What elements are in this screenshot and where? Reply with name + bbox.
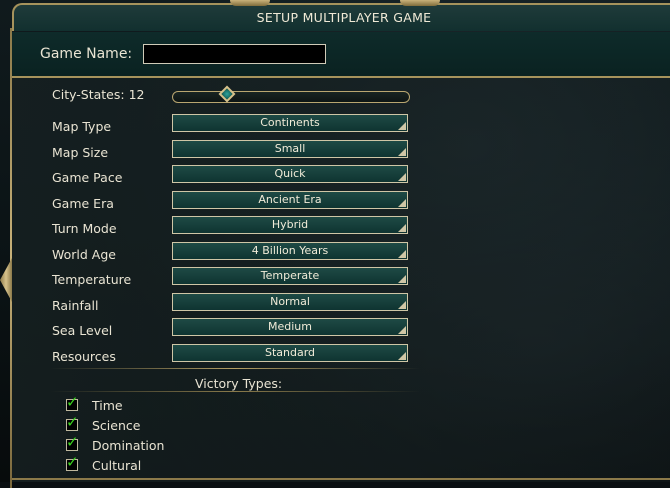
rainfall-label: Rainfall	[52, 298, 99, 313]
game-name-row: Game Name:	[12, 32, 670, 78]
checkmark-icon: ✓	[66, 393, 79, 411]
dropdown-corner-icon	[398, 326, 406, 334]
frame-ornament-left	[230, 0, 270, 6]
map-size-value: Small	[274, 142, 306, 155]
dropdown-corner-icon	[398, 199, 406, 207]
dropdown-corner-icon	[398, 122, 406, 130]
victory-domination-label: Domination	[92, 438, 165, 453]
checkmark-icon: ✓	[66, 413, 79, 431]
checkmark-icon: ✓	[66, 433, 79, 451]
victory-cultural-checkbox[interactable]: ✓	[66, 454, 79, 471]
resources-label: Resources	[52, 349, 116, 364]
game-pace-label: Game Pace	[52, 170, 123, 185]
map-size-label: Map Size	[52, 145, 109, 160]
resources-dropdown[interactable]: Standard	[172, 344, 408, 362]
city-states-label: City-States: 12	[52, 87, 145, 102]
temperature-label: Temperature	[52, 272, 132, 287]
dropdown-corner-icon	[398, 224, 406, 232]
title-bar: SETUP MULTIPLAYER GAME	[12, 3, 670, 31]
dropdown-corner-icon	[398, 173, 406, 181]
turn-mode-dropdown[interactable]: Hybrid	[172, 216, 408, 234]
victory-domination-checkbox[interactable]: ✓	[66, 434, 79, 451]
resources-value: Standard	[264, 346, 316, 359]
game-era-label: Game Era	[52, 196, 114, 211]
checkmark-icon: ✓	[66, 453, 79, 471]
game-name-input[interactable]	[143, 44, 326, 64]
sea-level-label: Sea Level	[52, 323, 113, 338]
victory-types-heading: Victory Types:	[195, 376, 283, 391]
world-age-dropdown[interactable]: 4 Billion Years	[172, 242, 408, 260]
rainfall-dropdown[interactable]: Normal	[172, 293, 408, 311]
dropdown-corner-icon	[398, 352, 406, 360]
window-title: SETUP MULTIPLAYER GAME	[256, 10, 432, 25]
game-name-label: Game Name:	[40, 46, 133, 62]
victory-time-checkbox[interactable]: ✓	[66, 394, 79, 411]
temperature-value: Temperate	[260, 269, 320, 282]
dropdown-corner-icon	[398, 301, 406, 309]
frame-ornament-right	[400, 0, 440, 6]
game-era-dropdown[interactable]: Ancient Era	[172, 191, 408, 209]
world-age-label: World Age	[52, 247, 116, 262]
dropdown-corner-icon	[398, 250, 406, 258]
section-divider	[50, 391, 420, 392]
frame-border-bottom	[12, 478, 670, 480]
dropdown-corner-icon	[398, 148, 406, 156]
map-size-dropdown[interactable]: Small	[172, 140, 408, 158]
world-age-value: 4 Billion Years	[251, 244, 329, 257]
rainfall-value: Normal	[270, 295, 310, 308]
map-type-value: Continents	[260, 116, 320, 129]
dropdown-corner-icon	[398, 275, 406, 283]
game-era-value: Ancient Era	[258, 193, 322, 206]
victory-science-label: Science	[92, 418, 141, 433]
turn-mode-value: Hybrid	[271, 218, 309, 231]
turn-mode-label: Turn Mode	[52, 221, 117, 236]
city-states-slider[interactable]	[172, 91, 410, 103]
victory-cultural-label: Cultural	[92, 458, 142, 473]
map-type-label: Map Type	[52, 119, 112, 134]
map-type-dropdown[interactable]: Continents	[172, 114, 408, 132]
game-pace-dropdown[interactable]: Quick	[172, 165, 408, 183]
sea-level-value: Medium	[268, 320, 312, 333]
victory-science-checkbox[interactable]: ✓	[66, 414, 79, 431]
section-divider	[50, 368, 420, 369]
victory-time-label: Time	[92, 398, 123, 413]
sea-level-dropdown[interactable]: Medium	[172, 318, 408, 336]
game-pace-value: Quick	[274, 167, 306, 180]
temperature-dropdown[interactable]: Temperate	[172, 267, 408, 285]
